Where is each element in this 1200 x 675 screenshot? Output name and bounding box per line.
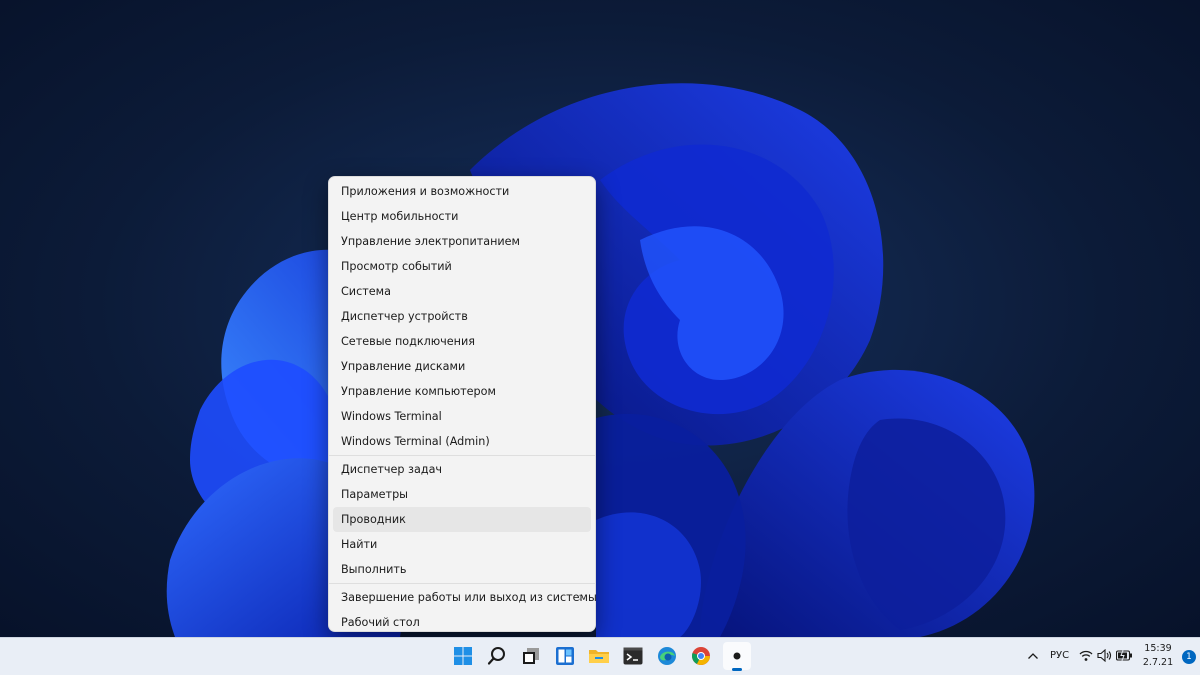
menu-item[interactable]: Завершение работы или выход из системы › <box>333 585 597 610</box>
menu-item-label: Завершение работы или выход из системы <box>341 591 597 604</box>
battery-icon[interactable] <box>1116 650 1133 661</box>
menu-item-label: Управление дисками <box>341 360 466 373</box>
chevron-up-icon[interactable] <box>1027 651 1039 661</box>
menu-item-label: Найти <box>341 538 378 551</box>
menu-item[interactable]: Windows Terminal <box>333 404 591 429</box>
language-indicator[interactable]: РУС <box>1050 650 1069 661</box>
start-button[interactable] <box>449 642 477 670</box>
file-explorer-icon <box>589 650 609 663</box>
terminal-button[interactable] <box>619 642 647 670</box>
menu-item-label: Сетевые подключения <box>341 335 475 348</box>
menu-item[interactable]: Найти <box>333 532 591 557</box>
edge-button[interactable] <box>653 642 681 670</box>
menu-item-label: Приложения и возможности <box>341 185 510 198</box>
active-app-icon <box>733 652 741 660</box>
terminal-icon <box>623 647 643 665</box>
menu-item[interactable]: Рабочий стол <box>333 610 591 635</box>
active-app-button[interactable] <box>723 642 751 671</box>
file-explorer-button[interactable] <box>585 642 613 670</box>
edge-icon <box>658 647 676 665</box>
task-view-icon <box>523 648 539 664</box>
start-icon <box>454 647 472 665</box>
notification-badge[interactable]: 1 <box>1182 650 1196 664</box>
search-button[interactable] <box>483 642 511 670</box>
menu-item[interactable]: Диспетчер устройств <box>333 304 591 329</box>
winx-context-menu: Приложения и возможности Центр мобильност… <box>328 176 597 635</box>
menu-item[interactable]: Параметры <box>333 482 591 507</box>
menu-item-label: Windows Terminal (Admin) <box>341 435 490 448</box>
menu-item-label: Центр мобильности <box>341 210 459 223</box>
menu-item[interactable]: Управление компьютером <box>333 379 591 404</box>
menu-item[interactable]: Windows Terminal (Admin) <box>333 429 591 454</box>
menu-item-label: Параметры <box>341 488 408 501</box>
menu-item[interactable]: Выполнить <box>333 557 591 582</box>
menu-item-label: Управление компьютером <box>341 385 496 398</box>
menu-item[interactable]: Сетевые подключения <box>333 329 591 354</box>
menu-item-label: Диспетчер устройств <box>341 310 468 323</box>
menu-item-label: Управление электропитанием <box>341 235 520 248</box>
menu-item[interactable]: Система <box>333 279 591 304</box>
clock-date[interactable]: 2.7.21 <box>1138 657 1178 668</box>
menu-separator <box>329 455 595 456</box>
menu-item-label: Рабочий стол <box>341 616 420 629</box>
menu-item[interactable]: Приложения и возможности <box>333 179 591 204</box>
widgets-button[interactable] <box>551 642 579 670</box>
menu-item-label: Windows Terminal <box>341 410 442 423</box>
chevron-right-icon: › <box>578 590 583 604</box>
task-view-button[interactable] <box>517 642 545 670</box>
menu-item[interactable]: Центр мобильности <box>333 204 591 229</box>
menu-item[interactable]: Просмотр событий <box>333 254 591 279</box>
clock-time[interactable]: 15:39 <box>1138 643 1178 654</box>
chrome-icon <box>692 647 710 665</box>
menu-item-label: Диспетчер задач <box>341 463 443 476</box>
wifi-icon[interactable] <box>1079 649 1093 662</box>
active-indicator <box>732 668 742 671</box>
widgets-icon <box>556 647 574 665</box>
menu-item[interactable]: Управление дисками <box>333 354 591 379</box>
search-icon <box>487 647 505 665</box>
menu-item[interactable]: Проводник <box>333 507 591 532</box>
menu-item[interactable]: Диспетчер задач <box>333 457 591 482</box>
desktop-wallpaper <box>0 0 1200 675</box>
taskbar: РУС 15:39 2.7.21 1 <box>0 637 1200 675</box>
menu-item[interactable]: Управление электропитанием <box>333 229 591 254</box>
volume-icon[interactable] <box>1097 649 1112 662</box>
menu-item-label: Просмотр событий <box>341 260 452 273</box>
menu-item-label: Выполнить <box>341 563 407 576</box>
chrome-button[interactable] <box>687 642 715 670</box>
menu-item-label: Система <box>341 285 391 298</box>
menu-item-label: Проводник <box>341 513 406 526</box>
menu-separator <box>329 583 595 584</box>
